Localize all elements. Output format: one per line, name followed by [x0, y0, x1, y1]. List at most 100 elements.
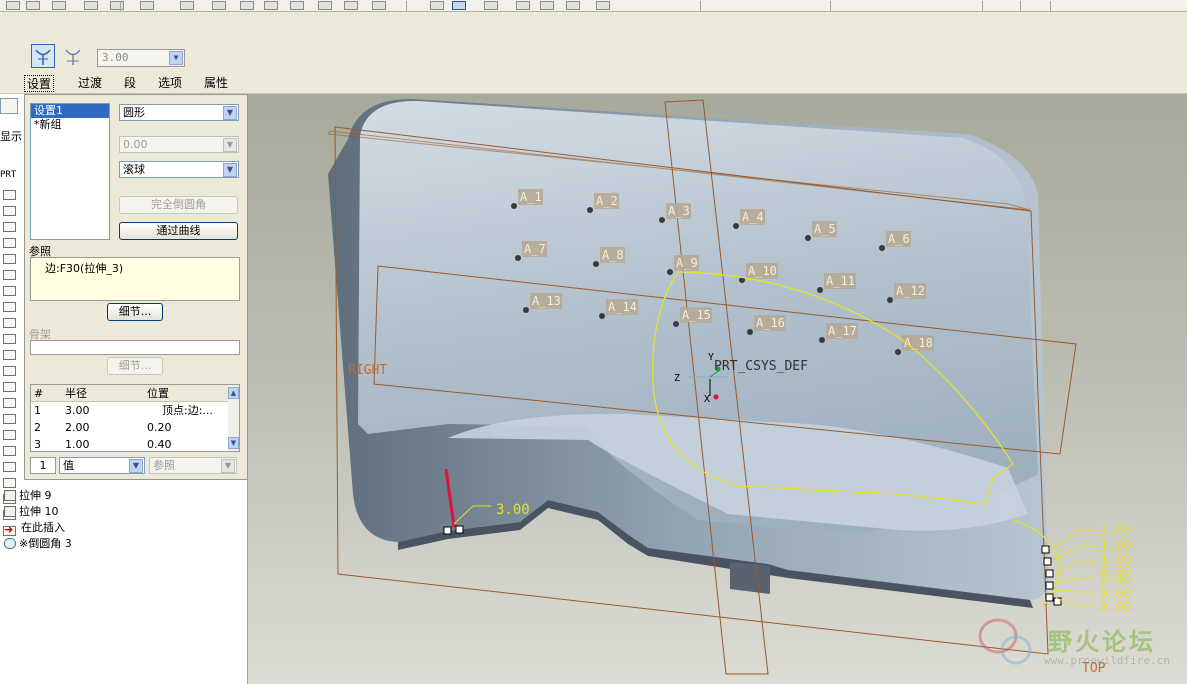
cut-icon[interactable]: [212, 1, 226, 10]
save-icon[interactable]: [52, 1, 66, 10]
tree-item-insert-here[interactable]: ➜ 在此插入: [4, 520, 65, 536]
tree-item-round-3[interactable]: ※倒圆角 3: [4, 536, 72, 551]
layer-icon[interactable]: [452, 1, 466, 10]
mail-icon[interactable]: [110, 1, 124, 10]
chevron-down-icon[interactable]: ▼: [228, 437, 239, 449]
header-radius: 半径: [65, 387, 87, 400]
table-row[interactable]: 2 2.00 0.20: [31, 419, 229, 436]
radius-type-combo[interactable]: 值 ▼: [59, 457, 145, 474]
table-scrollbar[interactable]: ▲ ▼: [228, 385, 239, 451]
info-icon[interactable]: [596, 1, 610, 10]
tree-feature-icon[interactable]: [3, 190, 16, 200]
reference-type-value: 参照: [153, 459, 175, 472]
zoom-icon[interactable]: [344, 1, 358, 10]
annotation-dot: [511, 203, 517, 209]
row-radius[interactable]: 2.00: [65, 419, 90, 436]
row-position[interactable]: 顶点:边:...: [162, 402, 228, 419]
annotation-dot: [895, 349, 901, 355]
annotation-label: A_6: [888, 232, 910, 246]
new-icon[interactable]: [6, 1, 20, 10]
tree-feature-icon[interactable]: [3, 430, 16, 440]
axis-display-icon[interactable]: [516, 1, 530, 10]
chevron-down-icon: ▼: [221, 459, 235, 473]
orient-icon[interactable]: [372, 1, 386, 10]
tree-feature-icon[interactable]: [3, 398, 16, 408]
radius-value-combo[interactable]: 3.00 ▼: [97, 49, 185, 67]
tree-feature-icon[interactable]: [3, 222, 16, 232]
butterfly-logo-icon: [978, 618, 1032, 665]
tree-feature-icon[interactable]: [3, 446, 16, 456]
tab-options[interactable]: 选项: [156, 75, 184, 92]
row-index-field[interactable]: 1: [30, 457, 56, 474]
tree-feature-icon[interactable]: [3, 382, 16, 392]
tree-feature-icon[interactable]: [3, 286, 16, 296]
tree-feature-icon[interactable]: [3, 334, 16, 344]
repaint-icon[interactable]: [318, 1, 332, 10]
tree-feature-icon[interactable]: [3, 350, 16, 360]
reference-collector[interactable]: 边:F30(拉伸_3): [30, 257, 240, 301]
redo-icon[interactable]: [180, 1, 194, 10]
csys-display-icon[interactable]: [566, 1, 580, 10]
tab-properties[interactable]: 属性: [202, 75, 230, 92]
point-display-icon[interactable]: [540, 1, 554, 10]
undo-icon[interactable]: [140, 1, 154, 10]
paste-icon[interactable]: [264, 1, 278, 10]
radius-dimension[interactable]: 2.00: [1100, 523, 1131, 538]
copy-icon[interactable]: [240, 1, 254, 10]
tab-settings[interactable]: 设置: [24, 75, 55, 92]
header-index: #: [34, 387, 44, 400]
tab-transitions[interactable]: 过渡: [76, 75, 104, 92]
row-radius[interactable]: 1.00: [65, 436, 90, 453]
method-combo-value: 滚球: [123, 163, 145, 176]
annotation-label: A_4: [742, 210, 764, 224]
tree-feature-icon[interactable]: [3, 270, 16, 280]
row-position[interactable]: 0.20: [147, 419, 172, 436]
round-icon: [4, 538, 16, 549]
sets-list[interactable]: 设置1 *新组: [30, 103, 110, 240]
toolbar-separator: [406, 1, 407, 11]
print-icon[interactable]: [84, 1, 98, 10]
row-position[interactable]: 0.40: [147, 436, 172, 453]
tree-feature-icon[interactable]: [3, 478, 16, 488]
shape-combo[interactable]: 圆形 ▼: [119, 104, 239, 121]
row-radius[interactable]: 3.00: [65, 402, 90, 419]
axis-label-z: Z: [674, 373, 680, 384]
plane-display-icon[interactable]: [484, 1, 498, 10]
view-icon[interactable]: [430, 1, 444, 10]
tree-feature-icon[interactable]: [3, 302, 16, 312]
table-row[interactable]: 3 1.00 0.40: [31, 436, 229, 453]
open-icon[interactable]: [26, 1, 40, 10]
tree-feature-icon[interactable]: [3, 318, 16, 328]
skeleton-collector: [30, 340, 240, 355]
set-item-1[interactable]: 设置1: [31, 104, 109, 118]
set-item-new[interactable]: *新组: [31, 118, 109, 132]
details-button[interactable]: 细节...: [107, 303, 163, 321]
set-mode-button[interactable]: [31, 44, 55, 68]
tree-feature-icon[interactable]: [3, 414, 16, 424]
tree-item-extrude-10[interactable]: 拉伸 10: [4, 504, 59, 519]
radius-dimension[interactable]: 0.80: [1100, 600, 1131, 615]
tree-feature-icon[interactable]: [3, 462, 16, 472]
tree-feature-icon[interactable]: [3, 206, 16, 216]
transition-mode-button[interactable]: [61, 44, 85, 68]
radius-dimension[interactable]: 0.40: [1100, 573, 1131, 588]
radius-handle[interactable]: [443, 526, 452, 535]
radius-dimension[interactable]: 1.00: [1100, 539, 1131, 554]
tab-pieces[interactable]: 段: [122, 75, 138, 92]
tree-feature-icon[interactable]: [3, 254, 16, 264]
table-row[interactable]: 1 3.00 顶点:边:...: [31, 402, 229, 419]
method-combo[interactable]: 滚球 ▼: [119, 161, 239, 178]
watermark-title: 野火论坛: [1048, 628, 1156, 656]
tree-feature-icon[interactable]: [3, 238, 16, 248]
regenerate-icon[interactable]: [290, 1, 304, 10]
annotation-dot: [599, 313, 605, 319]
radius-dimension[interactable]: 3.00: [496, 502, 530, 518]
reference-type-combo: 参照 ▼: [149, 457, 237, 474]
chevron-up-icon[interactable]: ▲: [228, 387, 239, 399]
annotation-dot: [515, 255, 521, 261]
through-curve-button[interactable]: 通过曲线: [119, 222, 238, 240]
graphics-window[interactable]: A_1 A_2 A_3 A_4 A_5 A_6 A_7 A_8 A_9 A_10 A_11 A_12 A…: [248, 94, 1187, 684]
radius-handle[interactable]: [455, 525, 464, 534]
tree-feature-icon[interactable]: [3, 366, 16, 376]
tree-item-extrude-9[interactable]: 拉伸 9: [4, 488, 52, 503]
